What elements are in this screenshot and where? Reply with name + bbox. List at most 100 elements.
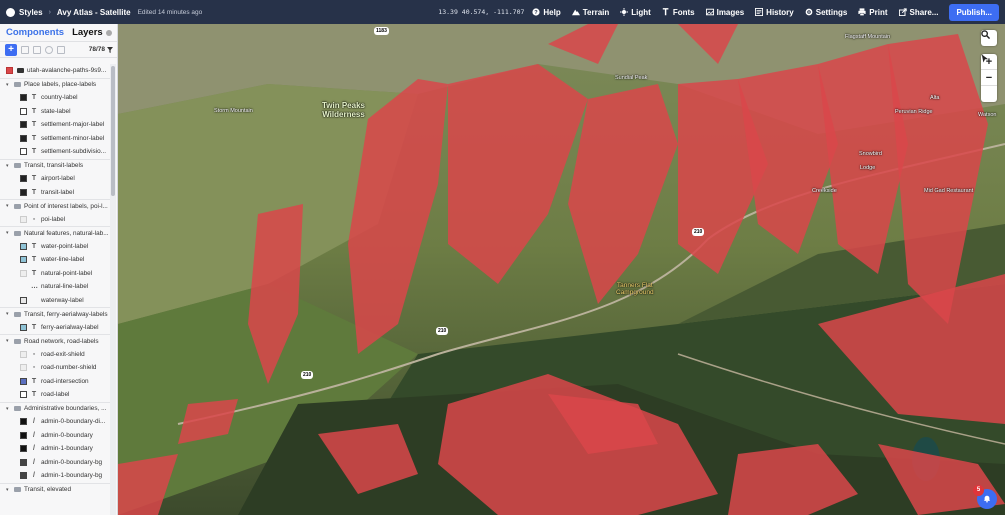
styles-icon[interactable] — [6, 7, 15, 17]
add-layer-button[interactable]: + — [5, 43, 17, 56]
layer-group[interactable]: ▾ Point of interest labels, poi-l... — [0, 199, 110, 213]
publish-button[interactable]: Publish... — [949, 3, 999, 21]
layer-item[interactable]: Troad-intersection — [0, 375, 110, 389]
zoom-out-button[interactable]: − — [981, 70, 997, 86]
layer-color-swatch[interactable] — [20, 431, 27, 439]
chevron-down-icon[interactable]: ▾ — [6, 338, 12, 344]
chevron-down-icon[interactable]: ▾ — [6, 82, 12, 88]
layer-item[interactable]: Twater-line-label — [0, 253, 110, 267]
layer-root[interactable]: utah-avalanche-paths-9s9... — [0, 64, 110, 78]
styles-link[interactable]: Styles — [19, 8, 43, 17]
layer-color-swatch[interactable] — [20, 418, 27, 426]
layer-color-swatch[interactable] — [20, 107, 27, 115]
layer-group[interactable]: ▾ Transit, elevated — [0, 482, 110, 496]
layer-item[interactable]: waterway-label — [0, 294, 110, 308]
tab-components[interactable]: Components — [6, 27, 64, 38]
layer-color-swatch[interactable] — [20, 323, 27, 331]
style-title[interactable]: Avy Atlas - Satellite — [57, 8, 131, 17]
fonts-button[interactable]: Fonts — [662, 8, 695, 17]
layer-color-swatch[interactable] — [20, 269, 27, 277]
layer-group[interactable]: ▾ Transit, transit-labels — [0, 158, 110, 172]
filter-icon[interactable] — [107, 46, 113, 53]
duplicate-layer-icon[interactable] — [21, 45, 29, 54]
terrain-button[interactable]: Terrain — [571, 8, 609, 17]
help-button[interactable]: ? Help — [532, 8, 561, 17]
chevron-down-icon[interactable]: ▾ — [6, 163, 12, 169]
layer-color-swatch[interactable] — [20, 148, 27, 156]
delete-layer-icon[interactable] — [57, 45, 65, 54]
layer-group[interactable]: ▾ Natural features, natural-lab... — [0, 226, 110, 240]
layer-color-swatch[interactable] — [20, 175, 27, 183]
layer-group-label: Transit, elevated — [24, 486, 72, 494]
layer-item[interactable]: / admin-1-boundary-bg — [0, 469, 110, 483]
layer-color-swatch[interactable] — [20, 472, 27, 480]
satellite-map[interactable] — [118, 24, 1005, 515]
layer-color-swatch[interactable] — [20, 256, 27, 264]
layer-item[interactable]: Tcountry-label — [0, 91, 110, 105]
layer-color-swatch[interactable] — [20, 215, 27, 223]
symbol-layer-icon: … — [31, 283, 38, 291]
layer-count[interactable]: 78/78 — [89, 46, 113, 53]
print-button[interactable]: Print — [858, 8, 888, 17]
images-button[interactable]: Images — [705, 8, 744, 17]
layer-group[interactable]: ▾ Administrative boundaries, ... — [0, 401, 110, 415]
layer-color-swatch[interactable] — [20, 121, 27, 129]
layer-color-swatch[interactable] — [20, 458, 27, 466]
layer-color-swatch[interactable] — [20, 391, 27, 399]
scrollbar-thumb[interactable] — [111, 66, 115, 196]
settings-button[interactable]: Settings — [805, 8, 847, 17]
tab-layers[interactable]: Layers — [72, 27, 103, 38]
layer-item[interactable]: Tsettlement-major-label — [0, 118, 110, 132]
layers-help-icon[interactable] — [105, 29, 112, 36]
group-layer-icon[interactable] — [33, 45, 41, 54]
notifications-button[interactable]: 5 — [973, 485, 997, 509]
layer-item[interactable]: Troad-label — [0, 388, 110, 402]
history-button[interactable]: History — [755, 8, 794, 17]
layer-group[interactable]: ▾ Transit, ferry-aerialway-labels — [0, 307, 110, 321]
layer-color-swatch[interactable] — [20, 350, 27, 358]
layer-item[interactable]: ▫ poi-label — [0, 213, 110, 227]
layer-item[interactable]: / admin-0-boundary-bg — [0, 456, 110, 470]
layer-color-swatch[interactable] — [20, 296, 27, 304]
layer-color-swatch[interactable] — [20, 94, 27, 102]
light-button[interactable]: Light — [620, 8, 651, 17]
layer-color-swatch[interactable] — [20, 445, 27, 453]
layer-color-swatch[interactable] — [6, 67, 13, 75]
layer-item[interactable]: / admin-1-boundary — [0, 442, 110, 456]
layer-color-swatch[interactable] — [20, 283, 27, 290]
layer-item[interactable]: Tstate-label — [0, 105, 110, 119]
layer-item[interactable]: Tferry-aerialway-label — [0, 321, 110, 335]
layer-item[interactable]: Tnatural-point-label — [0, 267, 110, 281]
layer-group[interactable]: ▾ Place labels, place-labels — [0, 77, 110, 91]
map-canvas[interactable]: Twin Peaks Wilderness Storm Mountain Sun… — [118, 24, 1005, 515]
layer-color-swatch[interactable] — [20, 364, 27, 372]
layer-item[interactable]: … natural-line-label — [0, 280, 110, 294]
layer-color-swatch[interactable] — [20, 188, 27, 196]
layer-color-swatch[interactable] — [20, 134, 27, 142]
layer-item[interactable]: Tsettlement-minor-label — [0, 132, 110, 146]
map-label-watson: Watson — [978, 112, 997, 118]
layer-item[interactable]: Tsettlement-subdivisio... — [0, 145, 110, 159]
road-shield: 210 — [692, 228, 705, 236]
layer-item[interactable]: / admin-0-boundary-di... — [0, 415, 110, 429]
chevron-down-icon[interactable]: ▾ — [6, 406, 12, 412]
layer-item[interactable]: Twater-point-label — [0, 240, 110, 254]
layer-item[interactable]: Tairport-label — [0, 172, 110, 186]
layer-item[interactable]: / admin-0-boundary — [0, 429, 110, 443]
layer-color-swatch[interactable] — [20, 242, 27, 250]
compass-button[interactable] — [981, 54, 997, 102]
hide-layer-icon[interactable] — [45, 45, 53, 54]
layer-color-swatch[interactable] — [20, 377, 27, 385]
chevron-down-icon[interactable]: ▾ — [6, 203, 12, 209]
layer-list-scrollbar[interactable] — [110, 64, 116, 515]
layer-item[interactable]: Ttransit-label — [0, 186, 110, 200]
chevron-down-icon[interactable]: ▾ — [6, 487, 12, 493]
chevron-down-icon[interactable]: ▾ — [6, 230, 12, 236]
share-button[interactable]: Share... — [898, 8, 938, 17]
layer-group[interactable]: ▾ Road network, road-labels — [0, 334, 110, 348]
chevron-down-icon[interactable]: ▾ — [6, 311, 12, 317]
map-search-button[interactable] — [981, 30, 997, 46]
layer-item-label: water-line-label — [41, 256, 85, 264]
layer-item[interactable]: ▫ road-number-shield — [0, 361, 110, 375]
layer-item[interactable]: ▫ road-exit-shield — [0, 348, 110, 362]
